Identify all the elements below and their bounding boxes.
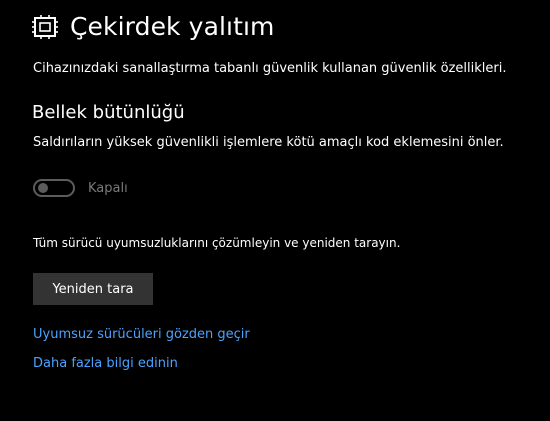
learn-more-link[interactable]: Daha fazla bilgi edinin bbox=[33, 356, 178, 371]
core-isolation-chip-icon bbox=[32, 14, 58, 40]
toggle-knob bbox=[38, 183, 48, 193]
page-header: Çekirdek yalıtım bbox=[32, 12, 274, 41]
memory-integrity-toggle-row: Kapalı bbox=[33, 179, 128, 197]
memory-integrity-toggle[interactable] bbox=[33, 179, 75, 197]
memory-integrity-title: Bellek bütünlüğü bbox=[32, 102, 185, 123]
page-description: Cihazınızdaki sanallaştırma tabanlı güve… bbox=[33, 61, 507, 76]
rescan-button[interactable]: Yeniden tara bbox=[33, 273, 153, 305]
driver-incompatibility-note: Tüm sürücü uyumsuzluklarını çözümleyin v… bbox=[33, 236, 401, 250]
toggle-state-label: Kapalı bbox=[88, 180, 128, 196]
page-title: Çekirdek yalıtım bbox=[70, 12, 275, 41]
memory-integrity-description: Saldırıların yüksek güvenlikli işlemlere… bbox=[33, 135, 504, 150]
review-incompatible-drivers-link[interactable]: Uyumsuz sürücüleri gözden geçir bbox=[33, 327, 250, 342]
